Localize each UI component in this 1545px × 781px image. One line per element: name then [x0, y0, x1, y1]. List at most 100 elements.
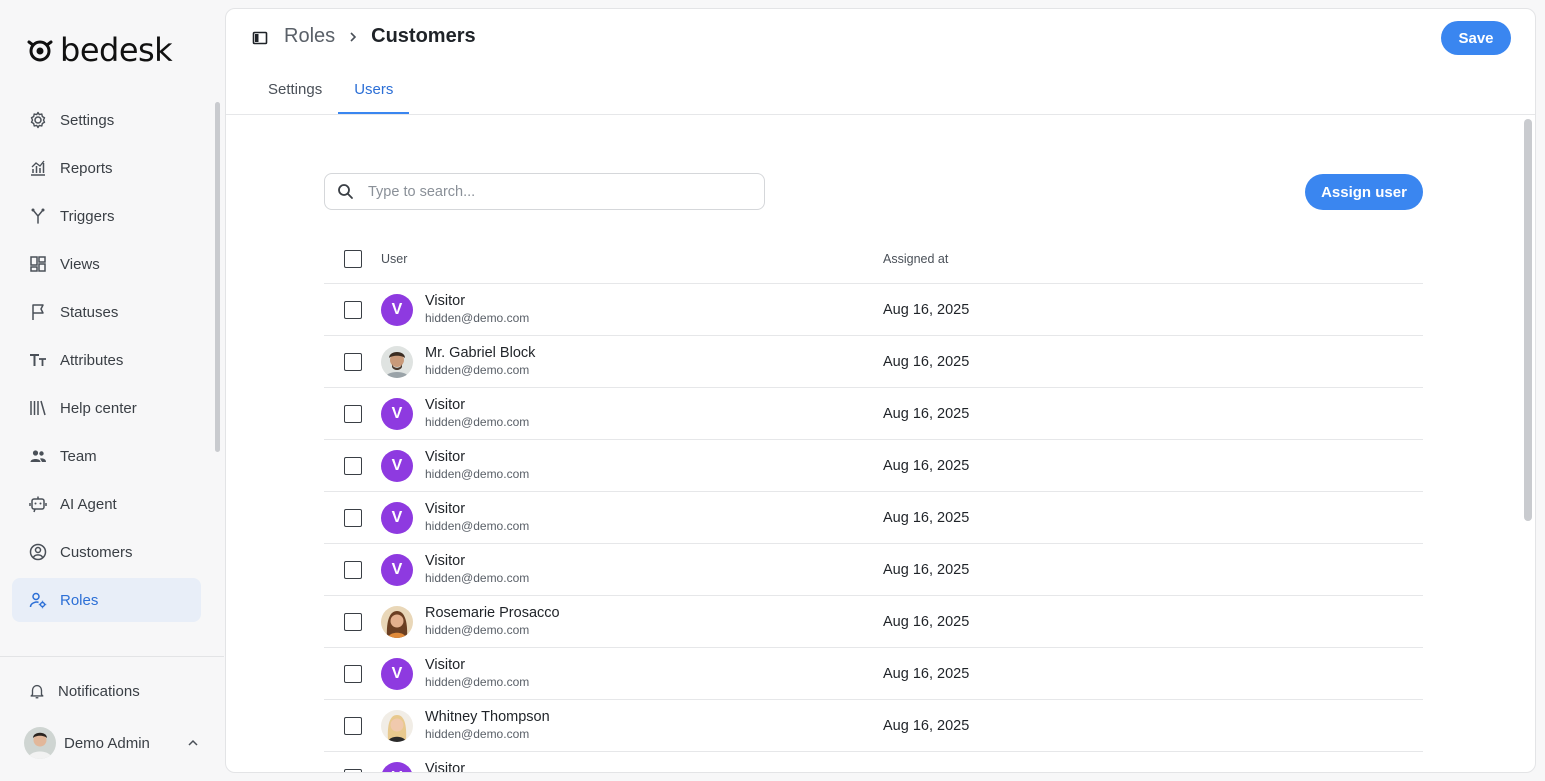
sidebar-item-label: Help center: [60, 399, 137, 417]
sidebar-item-help-center[interactable]: Help center: [12, 386, 201, 430]
table-row[interactable]: VVisitorhidden@demo.comAug 16, 2025: [324, 440, 1423, 492]
sidebar-item-label: Statuses: [60, 303, 119, 321]
sidebar-scrollbar[interactable]: [215, 102, 220, 452]
brand-logo[interactable]: bedesk: [26, 30, 173, 70]
table-row[interactable]: Mr. Gabriel Block hidden@demo.com Aug 16, …: [324, 336, 1423, 388]
row-checkbox[interactable]: [344, 560, 362, 579]
assigned-at-cell: Aug 16, 2025: [883, 301, 970, 318]
branch-icon: [31, 208, 45, 224]
user-name: Visitor: [425, 449, 466, 465]
gear-icon: [30, 111, 46, 129]
sidebar-item-ai-agent[interactable]: AI Agent: [12, 482, 201, 526]
user-name: Visitor: [425, 761, 466, 773]
user-email: hidden@demo.com: [425, 675, 530, 689]
sidebar-item-customers[interactable]: Customers: [12, 530, 201, 574]
sidebar-item-views[interactable]: Views: [12, 242, 201, 286]
table-row[interactable]: VVisitorhidden@demo.comAug 16, 2025: [324, 492, 1423, 544]
sidebar-item-triggers[interactable]: Triggers: [12, 194, 201, 238]
user-cell: VVisitorhidden@demo.com: [381, 501, 883, 534]
avatar: V: [381, 553, 413, 586]
table-row[interactable]: Rosemarie Prosacco hidden@demo.com Aug 16,…: [324, 596, 1423, 648]
save-button[interactable]: Save: [1441, 21, 1511, 55]
user-cell: V Visitorhidden@demo.com: [381, 761, 883, 773]
table-row[interactable]: VVisitorhidden@demo.comAug 16, 2025: [324, 544, 1423, 596]
column-header-assigned-at: Assigned at: [883, 252, 949, 266]
row-checkbox[interactable]: [344, 352, 362, 371]
avatar: [381, 605, 413, 638]
row-checkbox[interactable]: [344, 300, 362, 319]
notifications-label: Notifications: [58, 682, 140, 700]
table-row[interactable]: VVisitorhidden@demo.comAug 16, 2025: [324, 284, 1423, 336]
chevron-up-icon: [188, 739, 198, 746]
user-name: Rosemarie Prosacco: [425, 605, 560, 621]
sidebar-item-reports[interactable]: Reports: [12, 146, 201, 190]
user-info: Rosemarie Prosacco hidden@demo.com: [425, 605, 560, 638]
avatar: V: [381, 397, 413, 430]
search-input[interactable]: [368, 183, 728, 200]
table-row[interactable]: VVisitorhidden@demo.comAug 16, 2025: [324, 752, 1423, 773]
user-cog-icon: [29, 592, 47, 609]
assigned-at-cell: Aug 16, 2025: [883, 561, 970, 578]
sidebar-item-label: Roles: [60, 591, 99, 609]
sidebar-item-statuses[interactable]: Statuses: [12, 290, 201, 334]
user-menu[interactable]: Demo Admin: [24, 727, 200, 759]
row-checkbox[interactable]: [344, 508, 362, 527]
library-icon: [30, 400, 46, 416]
assigned-at-cell: Aug 16, 2025: [883, 405, 970, 422]
user-name: Visitor: [425, 293, 466, 309]
row-checkbox[interactable]: [344, 768, 362, 772]
avatar: V: [381, 761, 413, 772]
row-checkbox[interactable]: [344, 716, 362, 735]
row-checkbox[interactable]: [344, 612, 362, 631]
column-header-user: User: [381, 252, 408, 266]
user-cell: Rosemarie Prosacco hidden@demo.com: [381, 605, 883, 638]
tab-settings[interactable]: Settings: [252, 69, 338, 114]
row-checkbox[interactable]: [344, 404, 362, 423]
row-checkbox[interactable]: [344, 664, 362, 683]
search-box[interactable]: [324, 173, 765, 210]
user-info: Visitorhidden@demo.com: [425, 293, 529, 326]
sidebar-item-roles[interactable]: Roles: [12, 578, 201, 622]
table-row[interactable]: Whitney Thompson hidden@demo.com Aug 16, 2…: [324, 700, 1423, 752]
user-name: Visitor: [425, 397, 466, 413]
sidebar-item-label: Customers: [60, 543, 133, 561]
page-title: Customers: [371, 25, 476, 47]
table-body: V Visitor hidden@demo.com Aug 16, 2025 Mr. G…: [324, 284, 1423, 773]
user-cell: VVisitorhidden@demo.com: [381, 449, 883, 482]
user-email: hidden@demo.com: [425, 727, 530, 741]
assigned-at-cell: Aug 16, 2025: [883, 613, 970, 630]
user-info: Visitor hidden@demo.com: [425, 501, 529, 534]
avatar: [24, 727, 56, 759]
avatar: V: [381, 449, 413, 482]
sidebar-item-label: Reports: [60, 159, 113, 177]
bot-icon: [29, 496, 47, 513]
user-info: Whitney Thompson hidden@demo.com: [425, 709, 550, 742]
breadcrumb-roles[interactable]: Roles: [284, 25, 335, 48]
sidebar-item-team[interactable]: Team: [12, 434, 201, 478]
user-name: Visitor: [425, 657, 466, 673]
assigned-at-cell: Aug 16, 2025: [883, 717, 970, 734]
sidebar-toggle-icon[interactable]: [252, 30, 268, 46]
sidebar-item-label: AI Agent: [60, 495, 117, 513]
user-name: Visitor: [425, 501, 466, 517]
sidebar-item-label: Views: [60, 255, 100, 273]
user-cell: VVisitorhidden@demo.com: [381, 657, 883, 690]
select-all-checkbox[interactable]: [344, 250, 362, 268]
row-checkbox[interactable]: [344, 456, 362, 475]
sidebar-item-attributes[interactable]: Attributes: [12, 338, 201, 382]
notifications-link[interactable]: Notifications: [28, 682, 140, 700]
tab-users[interactable]: Users: [338, 69, 410, 114]
table-row[interactable]: VVisitorhidden@demo.comAug 16, 2025: [324, 388, 1423, 440]
user-email: hidden@demo.com: [425, 519, 530, 533]
user-email: hidden@demo.com: [425, 623, 530, 637]
user-info: Mr. Gabriel Block hidden@demo.com: [425, 345, 535, 378]
bell-icon: [30, 684, 44, 699]
user-info: Visitorhidden@demo.com: [425, 761, 529, 773]
user-circle-icon: [29, 543, 47, 561]
sidebar-item-settings[interactable]: Settings: [12, 98, 201, 142]
sidebar-divider: [0, 656, 224, 657]
assign-user-button[interactable]: Assign user: [1305, 174, 1423, 210]
assigned-at-cell: Aug 16, 2025: [883, 665, 970, 682]
content-scrollbar[interactable]: [1524, 119, 1532, 521]
table-row[interactable]: VVisitorhidden@demo.comAug 16, 2025: [324, 648, 1423, 700]
